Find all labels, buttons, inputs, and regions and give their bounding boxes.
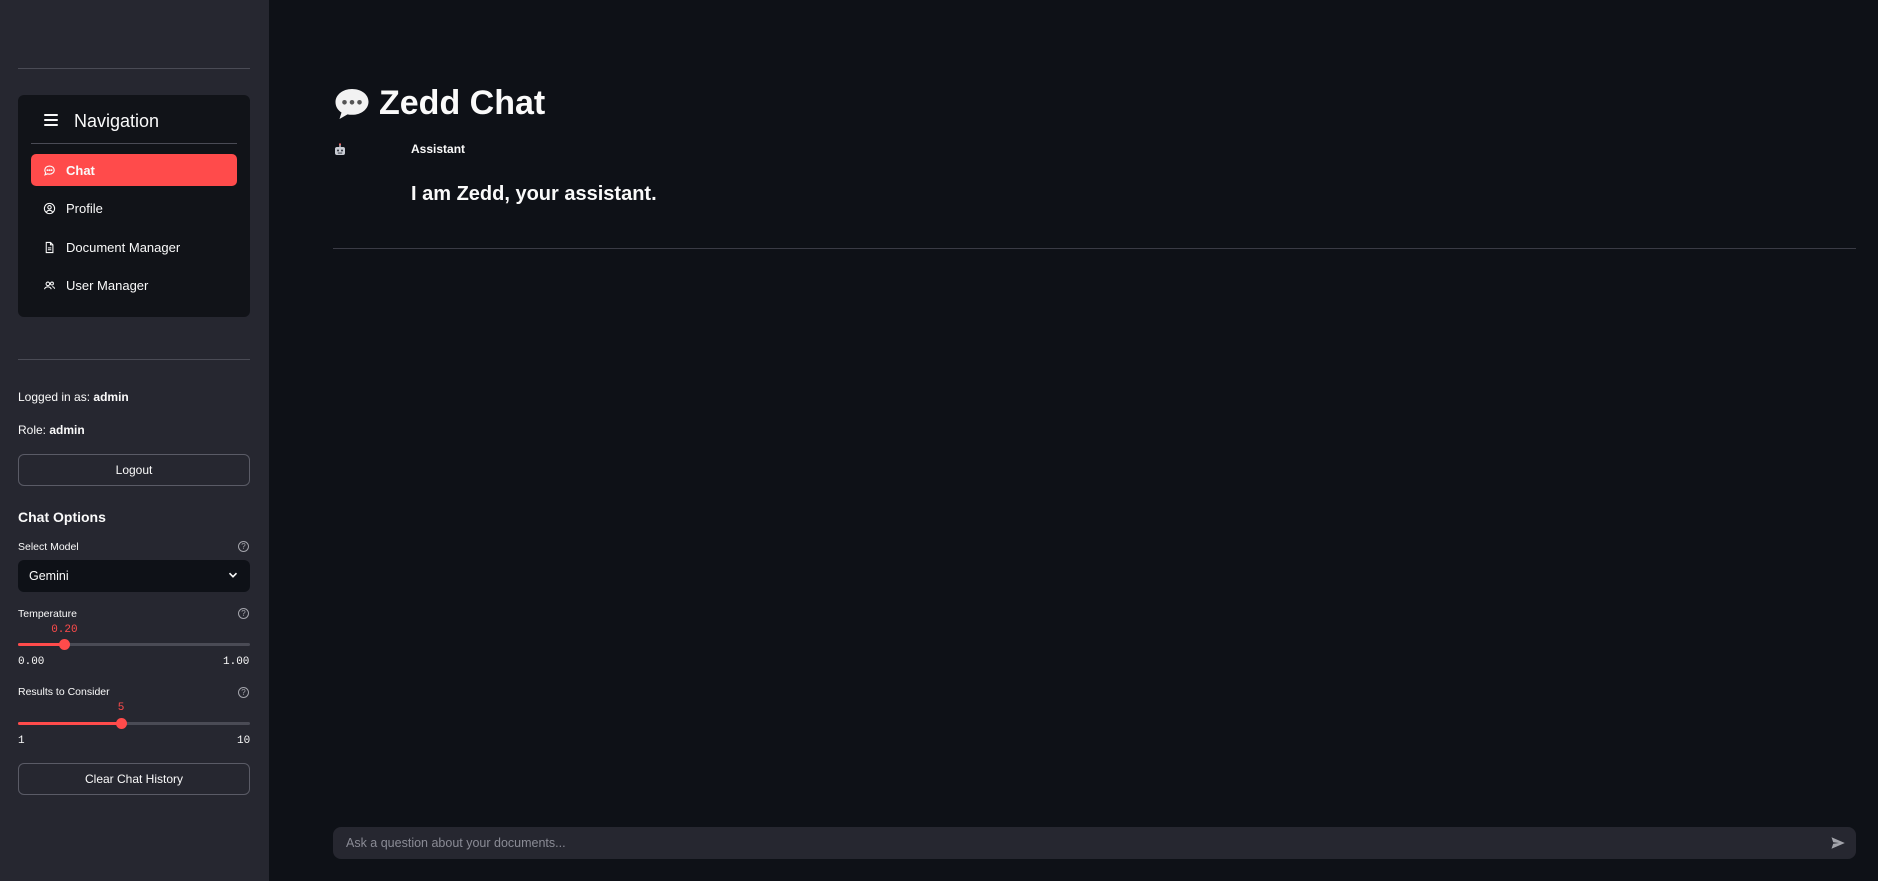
navigation-title: Navigation xyxy=(74,111,160,131)
model-select-value: Gemini xyxy=(29,569,69,583)
chat-input[interactable] xyxy=(333,827,1856,859)
role-value: admin xyxy=(49,423,85,437)
clear-chat-history-button[interactable]: Clear Chat History xyxy=(18,763,250,795)
logout-button[interactable]: Logout xyxy=(18,454,250,486)
page-title-text: Zedd Chat xyxy=(379,84,546,122)
logged-in-status: Logged in as: admin xyxy=(18,390,129,404)
users-icon xyxy=(42,278,56,292)
temperature-value: 0.20 xyxy=(51,624,78,636)
chevron-down-icon xyxy=(228,572,238,578)
chat-divider xyxy=(333,248,1856,249)
results-max: 10 xyxy=(237,735,251,747)
navigation-divider xyxy=(31,143,237,144)
temperature-slider-thumb[interactable] xyxy=(59,639,71,650)
temperature-min: 0.00 xyxy=(18,656,45,668)
menu-icon[interactable] xyxy=(44,114,58,126)
sidebar: Navigation Chat Profile Document Manager xyxy=(0,0,269,881)
message-role: Assistant xyxy=(411,142,466,156)
temperature-slider-fill xyxy=(18,643,65,646)
help-icon[interactable]: ? xyxy=(238,608,249,619)
main-content: Zedd Chat Assistant I am Zedd, your assi… xyxy=(269,0,1878,881)
role-status: Role: admin xyxy=(18,423,85,437)
temperature-max: 1.00 xyxy=(223,656,250,668)
sidebar-divider xyxy=(18,68,250,69)
sidebar-item-document-manager[interactable]: Document Manager xyxy=(31,231,237,263)
speech-bubble-icon xyxy=(335,88,369,119)
message-text: I am Zedd, your assistant. xyxy=(411,183,657,205)
sidebar-item-profile[interactable]: Profile xyxy=(31,192,237,224)
sidebar-item-label: Document Manager xyxy=(66,239,181,255)
navigation-header: Navigation xyxy=(18,95,250,143)
temperature-slider[interactable] xyxy=(18,639,250,650)
sidebar-item-user-manager[interactable]: User Manager xyxy=(31,269,237,301)
chat-bubble-icon xyxy=(42,163,56,177)
results-label: Results to Consider xyxy=(18,686,110,698)
page-title: Zedd Chat xyxy=(333,84,545,123)
navigation-menu: Navigation Chat Profile Document Manager xyxy=(18,95,250,317)
help-icon[interactable]: ? xyxy=(238,541,249,552)
model-select[interactable]: Gemini xyxy=(18,560,250,592)
sidebar-item-label: User Manager xyxy=(66,277,149,293)
document-icon xyxy=(42,240,56,254)
sidebar-item-label: Chat xyxy=(66,162,95,178)
logged-in-label: Logged in as: xyxy=(18,390,91,404)
sidebar-item-label: Profile xyxy=(66,200,103,216)
temperature-label: Temperature xyxy=(18,608,77,620)
results-slider-thumb[interactable] xyxy=(116,718,127,729)
results-slider[interactable] xyxy=(18,718,250,729)
sidebar-divider xyxy=(18,359,250,360)
select-model-label: Select Model xyxy=(18,541,79,553)
chat-options-title: Chat Options xyxy=(18,509,106,525)
help-icon[interactable]: ? xyxy=(238,687,249,698)
results-min: 1 xyxy=(18,735,25,747)
logged-in-user: admin xyxy=(93,390,129,404)
user-circle-icon xyxy=(42,201,56,215)
sidebar-item-chat[interactable]: Chat xyxy=(31,154,237,186)
robot-avatar-icon xyxy=(333,143,347,157)
role-label: Role: xyxy=(18,423,47,437)
send-icon[interactable] xyxy=(1830,835,1846,851)
results-value: 5 xyxy=(117,702,125,714)
results-slider-fill xyxy=(18,722,121,725)
